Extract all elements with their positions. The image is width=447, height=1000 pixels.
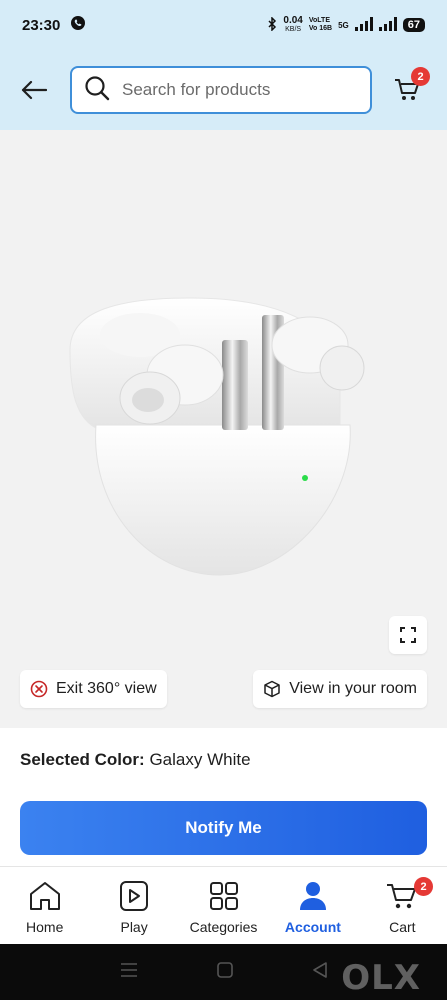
view-in-room-label: View in your room [289, 680, 417, 697]
bluetooth-icon [267, 15, 277, 34]
exit-360-label: Exit 360° view [56, 680, 157, 697]
nav-item-account[interactable]: Account [268, 867, 357, 944]
signal-icon-2 [378, 16, 397, 34]
volte-top: VoLTE [308, 17, 330, 24]
product-viewer-360[interactable]: Exit 360° view View in your room [0, 130, 447, 728]
selected-color-value: Galaxy White [149, 750, 251, 769]
net-speed-unit: KB/S [285, 26, 302, 33]
status-bar: 23:30 0.04 KB/S VoLTE Vo 16B 5G 67 [0, 0, 447, 50]
volte-indicator: VoLTE Vo 16B [309, 17, 332, 33]
account-icon [298, 879, 328, 913]
selected-color: Selected Color: Galaxy White [20, 750, 251, 770]
network-type: 5G [338, 20, 349, 30]
fullscreen-icon [400, 627, 416, 643]
play-icon [119, 879, 149, 913]
nav-label-cart: Cart [389, 919, 416, 935]
search-icon [84, 75, 110, 106]
menu-icon[interactable] [120, 962, 138, 983]
product-image-earbuds [69, 297, 365, 576]
nav-item-home[interactable]: Home [0, 867, 89, 944]
search-placeholder: Search for products [122, 80, 271, 99]
nav-label-categories: Categories [189, 919, 258, 935]
nav-item-play[interactable]: Play [89, 867, 178, 944]
header-cart-button[interactable]: 2 [390, 67, 430, 107]
nav-cart-badge: 2 [414, 877, 434, 896]
nav-item-cart[interactable]: 2 Cart [358, 867, 447, 944]
status-time: 23:30 [22, 16, 61, 34]
notify-me-button[interactable]: Notify Me [20, 801, 427, 855]
header: Search for products 2 [0, 50, 447, 130]
back-triangle-icon[interactable] [312, 961, 328, 983]
volte-bottom: Vo 16B [308, 25, 333, 32]
olx-watermark: OLX [341, 958, 421, 998]
nav-label-play: Play [120, 919, 148, 935]
net-speed-value: 0.04 [283, 15, 303, 26]
battery-indicator: 67 [402, 18, 425, 32]
home-icon [28, 879, 62, 913]
home-square-icon[interactable] [216, 961, 233, 983]
cart-count-badge: 2 [411, 67, 430, 86]
categories-icon [209, 879, 239, 913]
network-speed: 0.04 KB/S [283, 16, 302, 34]
selected-color-label: Selected Color: [20, 750, 145, 769]
back-button[interactable] [14, 70, 54, 110]
nav-item-categories[interactable]: Categories [179, 867, 268, 944]
exit-360-view-button[interactable]: Exit 360° view [20, 670, 167, 708]
arrow-left-icon [21, 80, 47, 100]
bottom-navigation: Home Play Categories Account 2 Cart [0, 866, 447, 944]
close-circle-icon [30, 680, 48, 698]
signal-icon [354, 16, 373, 34]
view-in-room-button[interactable]: View in your room [253, 670, 427, 708]
fullscreen-button[interactable] [389, 616, 427, 654]
search-input[interactable]: Search for products [70, 66, 372, 114]
cube-icon [264, 680, 280, 698]
nav-label-home: Home [26, 919, 64, 935]
nav-label-account: Account [284, 919, 341, 935]
whatsapp-icon [70, 15, 86, 35]
